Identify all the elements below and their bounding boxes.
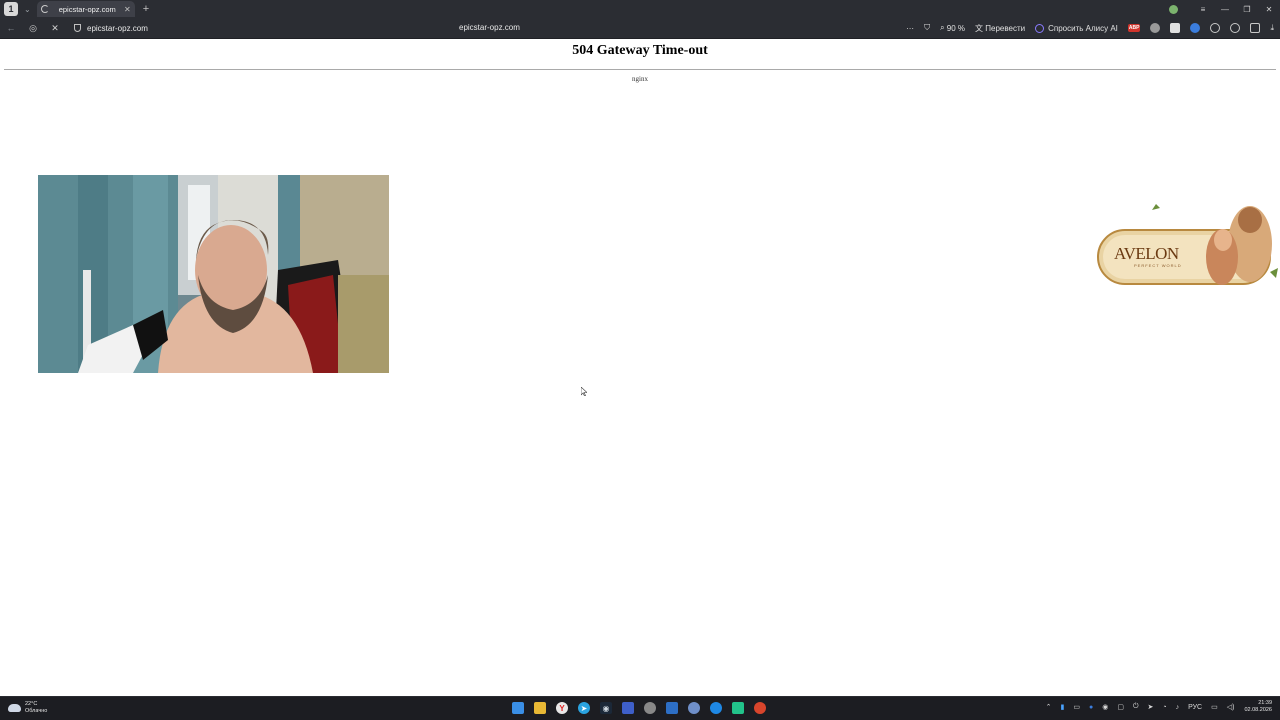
system-tray: ⌃ ▮ ▭ ● ◉ ▢ ⏻ ➤ ◔ ♪ РУС ▭ ◁) 21:39 02.08… <box>1037 700 1272 714</box>
downloads-icon[interactable]: ⤓ <box>1270 23 1274 33</box>
translate-label: Перевести <box>985 23 1026 33</box>
tab-active[interactable]: epicstar-opz.com ✕ <box>36 1 135 17</box>
translate-button[interactable]: 文 Перевести <box>975 23 1025 34</box>
account-avatar-icon[interactable] <box>1169 4 1178 14</box>
menu-icon[interactable]: ≡ <box>1192 5 1214 14</box>
app-sphere-icon[interactable] <box>688 702 700 714</box>
stop-loading-button[interactable]: ✕ <box>44 23 66 34</box>
extension-b-icon[interactable] <box>1170 23 1181 33</box>
translate-icon: 文 <box>975 23 986 33</box>
tray-blue-icon[interactable]: ● <box>1089 704 1093 711</box>
monitor-icon[interactable]: ▭ <box>1211 703 1218 711</box>
adblock-plus-icon[interactable]: ABP <box>1127 24 1141 32</box>
toolbar-right: ··· ⛉ ⌕ 90 % 文 Перевести Спросить Алису … <box>896 18 1274 38</box>
close-window-button[interactable]: ✕ <box>1258 5 1280 14</box>
red-app-icon[interactable] <box>754 702 766 714</box>
tray-telegram-icon[interactable]: ➤ <box>1147 703 1153 711</box>
file-explorer-icon[interactable] <box>534 702 546 714</box>
clock-time: 21:39 <box>1258 700 1272 706</box>
photos-app-icon[interactable] <box>666 702 678 714</box>
alice-icon <box>1035 23 1045 33</box>
tray-mic-icon[interactable]: ♪ <box>1176 704 1180 711</box>
clock-date: 02.08.2026 <box>1244 707 1272 713</box>
ask-alice-button[interactable]: Спросить Алису AI <box>1035 23 1118 33</box>
stats-app-icon[interactable] <box>622 702 634 714</box>
language-indicator[interactable]: РУС <box>1188 704 1202 711</box>
divider <box>4 69 1276 70</box>
steam-icon[interactable]: ◉ <box>600 702 612 714</box>
tray-network-icon[interactable]: ◔ <box>1162 704 1166 711</box>
tray-device-icon[interactable]: ▭ <box>1073 703 1080 711</box>
webcam-image <box>38 175 389 373</box>
banner-brand: AVELON <box>1114 244 1179 263</box>
yandex-browser-icon[interactable]: Y <box>556 702 568 714</box>
site-domain: epicstar-opz.com <box>87 23 148 33</box>
tray-window-icon[interactable]: ▢ <box>1117 703 1124 711</box>
webcam-overlay <box>38 175 389 373</box>
new-tab-button[interactable]: + <box>143 3 149 15</box>
clock[interactable]: 21:39 02.08.2026 <box>1244 700 1272 714</box>
tab-title: epicstar-opz.com <box>58 4 116 14</box>
collections-icon[interactable] <box>1250 23 1261 33</box>
telegram-icon[interactable]: ➤ <box>578 702 590 714</box>
more-options-button[interactable]: ··· <box>906 24 914 33</box>
mouse-cursor-icon <box>581 387 587 396</box>
settings-gear-icon[interactable] <box>644 702 656 714</box>
avelon-ad-banner[interactable]: AVELON PERFECT WORLD <box>1090 202 1280 292</box>
ask-alice-label: Спросить Алису AI <box>1048 23 1118 33</box>
address-field[interactable]: epicstar-opz.com <box>459 23 520 32</box>
browser-tab-strip: 1 ⌄ epicstar-opz.com ✕ + ≡ — ❐ ✕ <box>0 0 1280 18</box>
volume-icon[interactable]: ◁) <box>1227 703 1235 711</box>
cloud-icon <box>8 704 21 712</box>
minimize-button[interactable]: — <box>1214 5 1236 14</box>
bookmark-icon[interactable]: ⛉ <box>924 23 930 33</box>
extensions-puzzle-icon[interactable] <box>1210 23 1221 33</box>
window-controls: ≡ — ❐ ✕ <box>1169 0 1280 18</box>
banner-tagline: PERFECT WORLD <box>1134 263 1182 268</box>
taskbar: 22°C Облачно Y ➤ ◉ ⌃ ▮ ▭ ● ◉ ▢ ⏻ ➤ ◔ ♪ Р… <box>0 696 1280 720</box>
browser-toolbar: ← ◎ ✕ epicstar-opz.com epicstar-opz.com … <box>0 18 1280 39</box>
protect-icon[interactable]: ◎ <box>22 23 44 34</box>
weather-temp: 22°C <box>25 701 38 707</box>
zoom-button[interactable]: ⌕ 90 % <box>940 23 965 33</box>
profile-icon[interactable]: 1 <box>4 2 18 16</box>
close-tab-icon[interactable]: ✕ <box>124 5 131 14</box>
media-icon[interactable] <box>1230 23 1241 33</box>
tray-chevron-up-icon[interactable]: ⌃ <box>1046 703 1052 711</box>
extension-blue-icon[interactable] <box>1190 23 1201 33</box>
weather-condition: Облачно <box>25 708 48 714</box>
tray-chart-icon[interactable]: ▮ <box>1060 703 1064 711</box>
taskbar-apps: Y ➤ ◉ <box>512 702 776 714</box>
page-content: 504 Gateway Time-out nginx AVELON PERFEC… <box>0 40 1280 696</box>
loading-spinner-icon <box>40 5 49 13</box>
weather-widget[interactable]: 22°C Облачно <box>8 701 47 715</box>
edge-browser-icon[interactable] <box>710 702 722 714</box>
page-title: 504 Gateway Time-out <box>572 43 708 58</box>
tray-power-icon[interactable]: ⏻ <box>1133 703 1139 711</box>
server-name: nginx <box>632 75 648 83</box>
restore-button[interactable]: ❐ <box>1236 5 1258 14</box>
extension-circle-icon[interactable] <box>1150 23 1161 33</box>
start-windows-icon[interactable] <box>512 702 524 714</box>
site-identity[interactable]: epicstar-opz.com <box>74 24 148 33</box>
tabs-menu-chevron-icon[interactable]: ⌄ <box>24 5 31 14</box>
green-app-icon[interactable] <box>732 702 744 714</box>
zoom-level: 90 % <box>946 23 966 33</box>
shield-icon <box>74 24 81 32</box>
zoom-magnifier-icon: ⌕ <box>940 23 947 32</box>
tray-steam-icon[interactable]: ◉ <box>1102 703 1108 711</box>
back-button[interactable]: ← <box>0 23 22 33</box>
